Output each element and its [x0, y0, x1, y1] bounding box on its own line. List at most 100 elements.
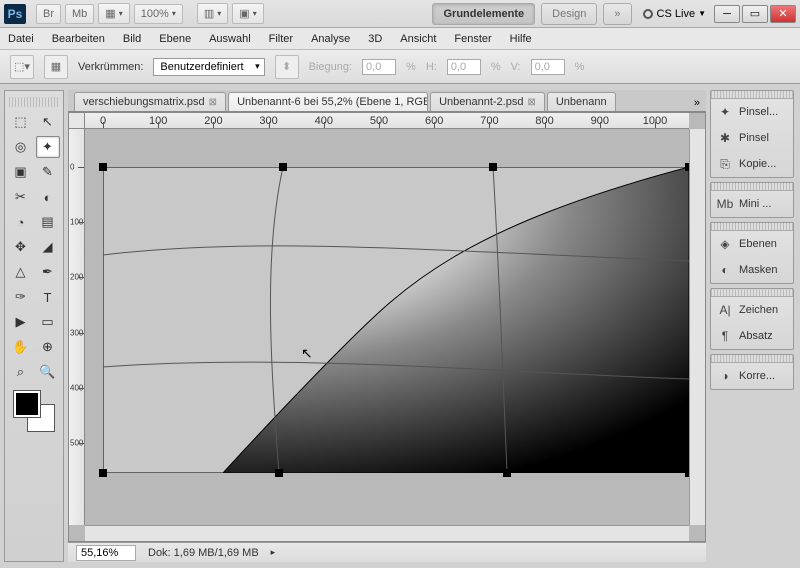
panel-handle[interactable] — [711, 355, 793, 363]
doc-tab-3[interactable]: Unbenann — [547, 92, 616, 111]
close-icon[interactable]: ⊠ — [209, 97, 217, 108]
arrange-dropdown[interactable]: ▥ — [197, 3, 228, 24]
panel-handle[interactable] — [711, 289, 793, 297]
warp-handle[interactable] — [275, 469, 283, 477]
menu-analyse[interactable]: Analyse — [311, 33, 350, 45]
minimize-button[interactable]: ─ — [714, 5, 740, 23]
warp-label: Verkrümmen: — [78, 61, 143, 73]
color-swatches[interactable] — [14, 391, 54, 431]
titlebar: Ps Br Mb ▦ 100% ▥ ▣ Grundelemente Design… — [0, 0, 800, 28]
warp-handle[interactable] — [99, 163, 107, 171]
tool-6[interactable]: ✂ — [9, 186, 33, 208]
toolbox-handle[interactable] — [9, 97, 59, 107]
vertical-ruler[interactable]: 0100200300400500 — [69, 129, 85, 525]
tabs-overflow[interactable]: » — [688, 95, 706, 111]
tool-15[interactable]: T — [36, 286, 60, 308]
panel-item-pinsel[interactable]: ✱Pinsel — [711, 125, 793, 151]
tool-11[interactable]: ◢ — [36, 236, 60, 258]
warp-handle[interactable] — [489, 163, 497, 171]
menu-filter[interactable]: Filter — [269, 33, 293, 45]
panel-item-ebenen[interactable]: ◈Ebenen — [711, 231, 793, 257]
view-dropdown[interactable]: ▦ — [98, 3, 129, 24]
warp-grid[interactable] — [103, 167, 689, 473]
screenmode-dropdown[interactable]: ▣ — [232, 3, 263, 24]
bridge-button[interactable]: Br — [36, 4, 61, 24]
zoom-field[interactable] — [76, 545, 136, 561]
menu-bild[interactable]: Bild — [123, 33, 141, 45]
tool-5[interactable]: ✎ — [36, 161, 60, 183]
panel-group-3: A|Zeichen¶Absatz — [710, 288, 794, 350]
menubar: Datei Bearbeiten Bild Ebene Auswahl Filt… — [0, 28, 800, 50]
workspace-design[interactable]: Design — [541, 3, 597, 25]
horizontal-scrollbar[interactable] — [85, 525, 689, 541]
panel-handle[interactable] — [711, 183, 793, 191]
horizontal-ruler[interactable]: 01002003004005006007008009001000 — [85, 113, 689, 129]
tool-2[interactable]: ◎ — [9, 136, 33, 158]
menu-bearbeiten[interactable]: Bearbeiten — [52, 33, 105, 45]
foreground-color-swatch[interactable] — [14, 391, 40, 417]
panel-item-masken[interactable]: ◐Masken — [711, 257, 793, 283]
biegung-label: Biegung: — [309, 61, 352, 73]
panel-handle[interactable] — [711, 91, 793, 99]
menu-datei[interactable]: Datei — [8, 33, 34, 45]
warp-grid-icon[interactable]: ▦ — [44, 55, 68, 79]
tool-10[interactable]: ✥ — [9, 236, 33, 258]
tool-4[interactable]: ▣ — [9, 161, 33, 183]
canvas[interactable]: ↖ — [103, 167, 689, 473]
tool-3[interactable]: ✦ — [36, 136, 60, 158]
panel-icon: ¶ — [716, 328, 734, 344]
menu-fenster[interactable]: Fenster — [454, 33, 491, 45]
menu-hilfe[interactable]: Hilfe — [510, 33, 532, 45]
tool-14[interactable]: ✑ — [9, 286, 33, 308]
warp-mode-select[interactable]: Benutzerdefiniert — [153, 58, 264, 76]
tool-8[interactable]: ◔ — [9, 211, 33, 233]
tool-9[interactable]: ▤ — [36, 211, 60, 233]
doc-tab-2[interactable]: Unbenannt-2.psd⊠ — [430, 92, 545, 111]
status-dok: Dok: 1,69 MB/1,69 MB — [148, 547, 259, 559]
v-label: V: — [511, 61, 521, 73]
doc-tab-0[interactable]: verschiebungsmatrix.psd⊠ — [74, 92, 226, 111]
tool-13[interactable]: ✒ — [36, 261, 60, 283]
tool-17[interactable]: ▭ — [36, 311, 60, 333]
menu-auswahl[interactable]: Auswahl — [209, 33, 251, 45]
tool-18[interactable]: ✋ — [9, 336, 33, 358]
tool-1[interactable]: ↖ — [36, 111, 60, 133]
ruler-corner — [69, 113, 85, 129]
workspace-more[interactable]: » — [603, 3, 631, 25]
panel-item-absatz[interactable]: ¶Absatz — [711, 323, 793, 349]
workspace-grundelemente[interactable]: Grundelemente — [432, 3, 535, 25]
panel-item-zeichen[interactable]: A|Zeichen — [711, 297, 793, 323]
right-panels: ✦Pinsel...✱Pinsel⎘Kopie... MbMini ... ◈Ebe… — [710, 90, 794, 562]
panel-item-mini[interactable]: MbMini ... — [711, 191, 793, 217]
close-button[interactable]: ✕ — [770, 5, 796, 23]
vertical-scrollbar[interactable] — [689, 129, 705, 525]
zoom-dropdown[interactable]: 100% — [134, 4, 183, 24]
menu-3d[interactable]: 3D — [368, 33, 382, 45]
tool-19[interactable]: ⊕ — [36, 336, 60, 358]
biegung-field: 0,0 — [362, 59, 396, 75]
transform-icon[interactable]: ⬚▾ — [10, 55, 34, 79]
cslive-button[interactable]: CS Live ▼ — [643, 8, 706, 20]
panel-item-korre[interactable]: ◑Korre... — [711, 363, 793, 389]
tool-7[interactable]: ◐ — [36, 186, 60, 208]
tool-12[interactable]: △ — [9, 261, 33, 283]
panel-icon: ◐ — [716, 262, 734, 278]
menu-ebene[interactable]: Ebene — [159, 33, 191, 45]
doc-tab-1[interactable]: Unbenannt-6 bei 55,2% (Ebene 1, RGB/8) *… — [228, 92, 428, 111]
panel-group-0: ✦Pinsel...✱Pinsel⎘Kopie... — [710, 90, 794, 178]
tool-21[interactable]: 🔍 — [36, 361, 60, 383]
tool-20[interactable]: ⌕ — [9, 361, 33, 383]
close-icon[interactable]: ⊠ — [527, 97, 535, 108]
panel-item-kopie[interactable]: ⎘Kopie... — [711, 151, 793, 177]
maximize-button[interactable]: ▭ — [742, 5, 768, 23]
tool-0[interactable]: ⬚ — [9, 111, 33, 133]
warp-handle[interactable] — [503, 469, 511, 477]
warp-handle[interactable] — [279, 163, 287, 171]
warp-handle[interactable] — [99, 469, 107, 477]
menu-ansicht[interactable]: Ansicht — [400, 33, 436, 45]
panel-handle[interactable] — [711, 223, 793, 231]
cslive-icon — [643, 9, 653, 19]
panel-item-pinsel[interactable]: ✦Pinsel... — [711, 99, 793, 125]
tool-16[interactable]: ▶ — [9, 311, 33, 333]
minibridge-button[interactable]: Mb — [65, 4, 94, 24]
